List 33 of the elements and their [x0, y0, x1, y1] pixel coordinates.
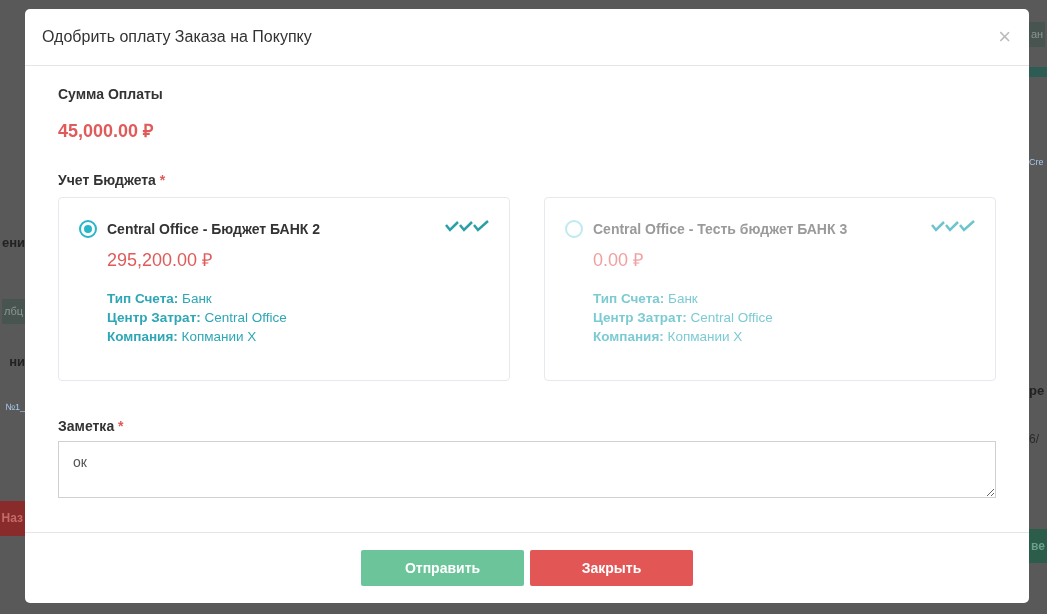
budget-label: Учет Бюджета	[58, 172, 156, 188]
submit-button[interactable]: Отправить	[361, 550, 524, 586]
radio-button[interactable]	[79, 220, 97, 238]
background-badge: лбц	[1, 298, 25, 324]
dialog-title: Одобрить оплату Заказа на Покупку	[42, 28, 312, 46]
budget-card[interactable]: Central Office - Тесть бюджет БАНК 3 0.00 ₽ Тип Счета: Банк Центр Затрат: Central Office Компания: Копмании X	[544, 197, 996, 381]
background-badge: ан	[1029, 22, 1046, 48]
triple-check-icon	[445, 220, 489, 232]
payment-amount: 45,000.00 ₽	[58, 120, 154, 142]
required-mark: *	[159, 172, 166, 188]
note-field[interactable]: ок	[58, 441, 996, 498]
required-mark: *	[118, 418, 124, 434]
close-dialog-button[interactable]: Закрыть	[530, 550, 693, 586]
background-link[interactable]: Cre	[1029, 157, 1044, 168]
budget-detail: Центр Затрат: Central Office	[107, 310, 288, 325]
budget-detail: Центр Затрат: Central Office	[593, 310, 774, 325]
budget-amount: 0.00 ₽	[593, 249, 645, 271]
budget-detail: Тип Счета: Банк	[593, 291, 699, 306]
triple-check-icon	[931, 220, 975, 232]
background-link[interactable]: №1_	[5, 402, 25, 414]
background-success-button[interactable]: ве	[1029, 528, 1047, 564]
budget-title: Central Office - Тесть бюджет БАНК 3	[593, 221, 848, 237]
toolbar-strip	[1029, 67, 1047, 78]
budget-title: Central Office - Бюджет БАНК 2	[107, 221, 321, 237]
budget-detail: Компания: Копмании X	[593, 329, 744, 344]
background-danger-button[interactable]: Наз	[0, 501, 25, 536]
budget-amount: 295,200.00 ₽	[107, 249, 214, 271]
budget-detail: Компания: Копмании X	[107, 329, 258, 344]
amount-label: Сумма Оплаты	[58, 86, 163, 102]
close-button[interactable]: ×	[998, 26, 1011, 48]
budget-detail: Тип Счета: Банк	[107, 291, 213, 306]
note-label: Заметка	[58, 418, 115, 434]
budget-card[interactable]: Central Office - Бюджет БАНК 2 295,200.00 ₽ Тип Счета: Банк Центр Затрат: Central Office Компания: Копмании X	[58, 197, 510, 381]
